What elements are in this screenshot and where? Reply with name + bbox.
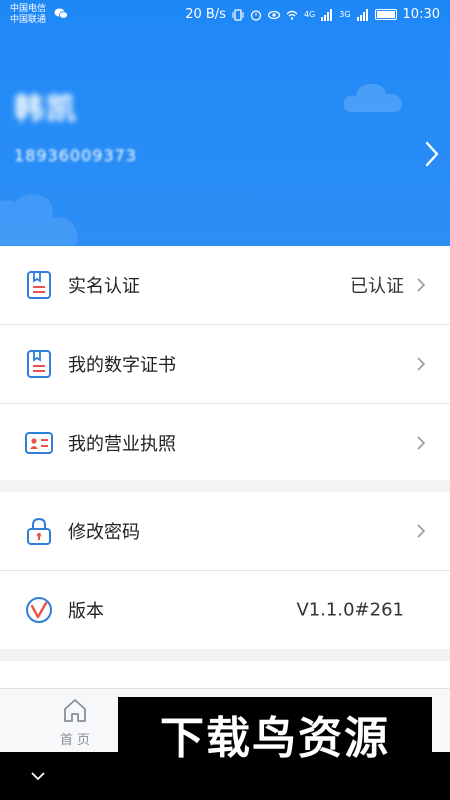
chevron-right-icon	[417, 357, 426, 371]
license-icon	[25, 432, 53, 454]
status-right: 20 B/s 4G 3G 10:30	[185, 7, 440, 22]
network-4g-label: 4G	[303, 10, 316, 19]
watermark-overlay: 下载鸟资源	[118, 697, 432, 770]
chevron-right-icon	[417, 524, 426, 538]
menu-label: 版本	[68, 601, 104, 622]
eye-icon	[267, 10, 280, 19]
verified-status: 已认证	[350, 276, 404, 297]
signal-icon-2	[356, 8, 368, 21]
menu-item-digital-certificate[interactable]: 我的数字证书	[0, 325, 450, 403]
lock-icon	[27, 517, 51, 545]
chevron-right-icon[interactable]	[424, 140, 440, 168]
menu-section-1: 实名认证 已认证 我的数字证书 我的营业执照	[0, 246, 450, 480]
status-time: 10:30	[402, 7, 440, 22]
carrier-info: 中国电信 中国联通	[10, 4, 46, 26]
menu-label: 我的数字证书	[68, 355, 176, 376]
chevron-right-icon	[417, 278, 426, 292]
version-value: V1.1.0#261	[296, 599, 404, 621]
carrier-2: 中国联通	[10, 15, 47, 25]
version-icon	[26, 597, 52, 623]
menu-label: 我的营业执照	[68, 434, 176, 455]
vibrate-icon	[232, 8, 244, 21]
menu-section-3	[0, 661, 450, 688]
profile-header[interactable]: 中国电信 中国联通 20 B/s 4G 3G 10:30 韩凯 18936009…	[0, 0, 450, 246]
user-name: 韩凯	[14, 92, 78, 127]
menu-label: 实名认证	[68, 276, 140, 297]
signal-icon-1	[321, 8, 333, 21]
chevron-down-icon[interactable]	[30, 770, 46, 782]
menu-section-2: 修改密码 版本 V1.1.0#261	[0, 492, 450, 649]
network-speed: 20 B/s	[185, 7, 226, 22]
menu-item-business-license[interactable]: 我的营业执照	[0, 404, 450, 482]
menu-item-change-password[interactable]: 修改密码	[0, 492, 450, 570]
wechat-icon	[54, 8, 68, 19]
cloud-icon-top	[343, 84, 402, 112]
user-phone: 18936009373	[14, 146, 137, 165]
menu-label: 修改密码	[68, 522, 140, 543]
cloud-icon-bottom	[0, 194, 78, 246]
chevron-right-icon	[417, 436, 426, 450]
certificate-icon	[27, 350, 51, 378]
carrier-1: 中国电信	[10, 4, 47, 14]
battery-icon	[374, 9, 397, 20]
wifi-icon	[286, 10, 298, 20]
network-3g-label: 3G	[339, 10, 351, 19]
status-bar: 中国电信 中国联通 20 B/s 4G 3G 10:30	[0, 0, 450, 32]
id-card-icon	[27, 271, 51, 299]
menu-item-realname[interactable]: 实名认证 已认证	[0, 246, 450, 324]
home-icon	[64, 699, 86, 722]
menu-item-version: 版本 V1.1.0#261	[0, 571, 450, 649]
alarm-icon	[250, 9, 262, 21]
